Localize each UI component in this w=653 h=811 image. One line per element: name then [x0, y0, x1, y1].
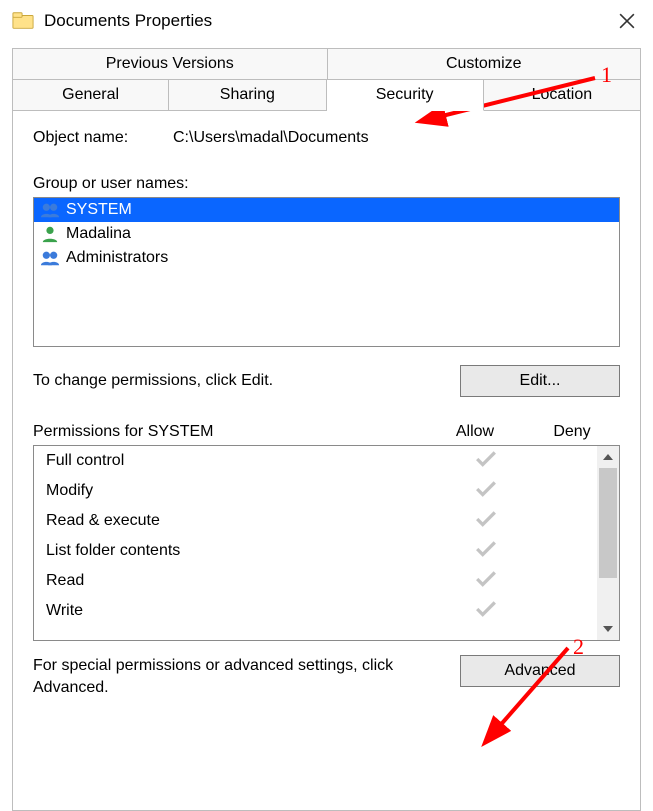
- allow-check-icon: [431, 480, 541, 502]
- permission-row: Read & execute: [34, 506, 597, 536]
- advanced-button[interactable]: Advanced: [460, 655, 620, 687]
- allow-check-icon: [431, 510, 541, 532]
- scrollbar[interactable]: [597, 446, 619, 640]
- folder-icon: [12, 10, 34, 32]
- close-button[interactable]: [607, 1, 647, 41]
- change-permissions-text: To change permissions, click Edit.: [33, 372, 460, 390]
- tabs: Previous Versions Customize General Shar…: [12, 48, 641, 111]
- permission-name: Full control: [46, 452, 431, 470]
- scroll-thumb[interactable]: [599, 468, 617, 578]
- user-icon: [40, 225, 60, 243]
- permission-row: Write: [34, 596, 597, 626]
- list-item-label: Madalina: [66, 225, 131, 243]
- allow-check-icon: [431, 600, 541, 622]
- permission-row: Full control: [34, 446, 597, 476]
- titlebar: Documents Properties: [0, 0, 653, 42]
- permission-row: List folder contents: [34, 536, 597, 566]
- tab-previous-versions[interactable]: Previous Versions: [12, 48, 327, 79]
- window-title: Documents Properties: [44, 11, 607, 31]
- tab-customize[interactable]: Customize: [327, 48, 642, 79]
- permission-name: Write: [46, 602, 431, 620]
- properties-window: Documents Properties Previous Versions C…: [0, 0, 653, 790]
- permission-name: Read: [46, 572, 431, 590]
- list-item[interactable]: Madalina: [34, 222, 619, 246]
- tab-security[interactable]: Security: [327, 79, 484, 111]
- edit-button[interactable]: Edit...: [460, 365, 620, 397]
- scroll-track[interactable]: [597, 468, 619, 618]
- tab-general[interactable]: General: [12, 79, 169, 111]
- list-item-label: Administrators: [66, 249, 168, 267]
- group-icon: [40, 201, 60, 219]
- allow-check-icon: [431, 540, 541, 562]
- permission-row: Read: [34, 566, 597, 596]
- list-item[interactable]: SYSTEM: [34, 198, 619, 222]
- list-item[interactable]: Administrators: [34, 246, 619, 270]
- permissions-header: Permissions for SYSTEM: [33, 423, 420, 441]
- deny-column-header: Deny: [530, 423, 620, 441]
- permission-name: Modify: [46, 482, 431, 500]
- scroll-down-button[interactable]: [597, 618, 619, 640]
- tab-sharing[interactable]: Sharing: [169, 79, 326, 111]
- permissions-list: Full control Modify Read & execute List fol…: [33, 445, 620, 641]
- allow-column-header: Allow: [420, 423, 530, 441]
- allow-check-icon: [431, 450, 541, 472]
- tab-content: Object name: C:\Users\madal\Documents Gr…: [12, 111, 641, 811]
- advanced-text: For special permissions or advanced sett…: [33, 655, 460, 698]
- allow-check-icon: [431, 570, 541, 592]
- group-user-names-list[interactable]: SYSTEM Madalina Administrators: [33, 197, 620, 347]
- object-name-value: C:\Users\madal\Documents: [173, 129, 369, 147]
- group-user-names-label: Group or user names:: [33, 175, 620, 193]
- list-item-label: SYSTEM: [66, 201, 132, 219]
- group-icon: [40, 249, 60, 267]
- permission-name: List folder contents: [46, 542, 431, 560]
- permission-name: Read & execute: [46, 512, 431, 530]
- permission-row: Modify: [34, 476, 597, 506]
- object-name-label: Object name:: [33, 129, 173, 147]
- scroll-up-button[interactable]: [597, 446, 619, 468]
- tab-location[interactable]: Location: [484, 79, 641, 111]
